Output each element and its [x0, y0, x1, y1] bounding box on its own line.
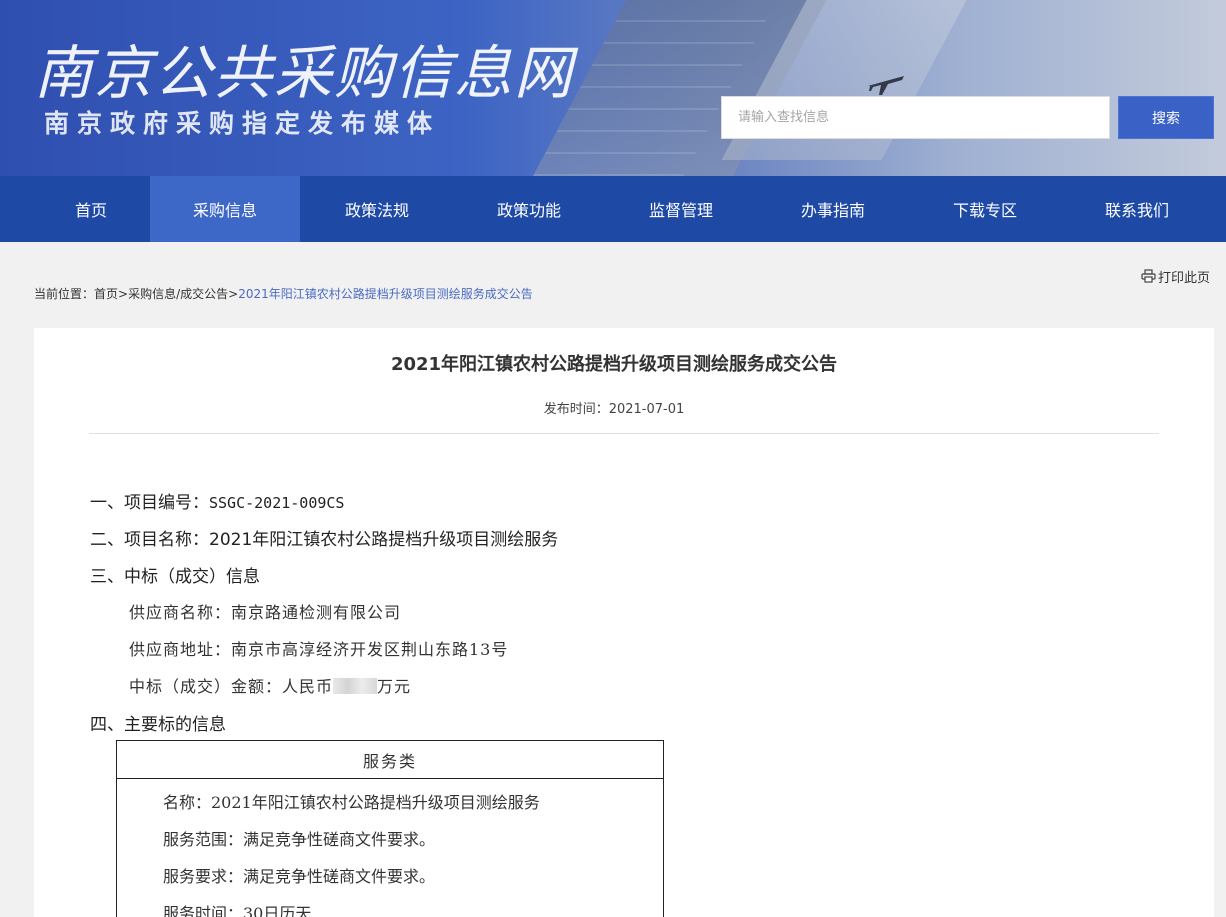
breadcrumb: 当前位置：首页>采购信息/成交公告>2021年阳江镇农村公路提档升级项目测绘服务…: [34, 285, 533, 303]
nav-item-regulations[interactable]: 政策法规: [302, 176, 452, 242]
page: 南京公共采购信息网 南京政府采购指定发布媒体 搜索 首页 采购信息 政策法规 政…: [0, 0, 1226, 917]
search-input[interactable]: [721, 96, 1110, 139]
nav-item-contact[interactable]: 联系我们: [1062, 176, 1212, 242]
print-page-link[interactable]: 打印此页: [1141, 266, 1210, 286]
breadcrumb-section-link[interactable]: 采购信息/成交公告: [128, 287, 228, 301]
airplane-icon: [868, 76, 904, 95]
header-banner: 南京公共采购信息网 南京政府采购指定发布媒体 搜索: [0, 0, 1226, 176]
printer-icon: [1141, 269, 1156, 283]
section-winner-heading: 三、中标（成交）信息: [90, 567, 260, 587]
print-label: 打印此页: [1158, 270, 1211, 286]
table-row: 服务范围：满足竞争性磋商文件要求。: [163, 830, 436, 849]
breadcrumb-separator: >: [118, 287, 129, 301]
nav-item-guide[interactable]: 办事指南: [758, 176, 908, 242]
table-row: 服务时间：30日历天: [163, 904, 312, 917]
publish-date: 发布时间：2021-07-01: [34, 398, 1194, 417]
article-card: 2021年阳江镇农村公路提档升级项目测绘服务成交公告 发布时间：2021-07-…: [34, 328, 1214, 917]
supplier-address: 供应商地址：南京市高淳经济开发区荆山东路13号: [129, 640, 509, 659]
nav-item-home[interactable]: 首页: [16, 176, 166, 242]
breadcrumb-separator: >: [228, 287, 239, 301]
nav-item-policy-functions[interactable]: 政策功能: [454, 176, 604, 242]
supplier-name: 供应商名称：南京路通检测有限公司: [129, 603, 402, 622]
winning-amount-prefix: 中标（成交）金额：人民币: [129, 677, 334, 696]
search-button[interactable]: 搜索: [1118, 96, 1214, 139]
winning-amount-suffix: 万元: [377, 677, 412, 696]
winning-amount: 中标（成交）金额：人民币 万元: [129, 673, 411, 697]
nav-item-downloads[interactable]: 下载专区: [910, 176, 1060, 242]
article-title: 2021年阳江镇农村公路提档升级项目测绘服务成交公告: [390, 354, 838, 375]
breadcrumb-home-link[interactable]: 首页: [94, 287, 118, 301]
publish-date-label: 发布时间：: [543, 402, 609, 417]
table-row: 服务要求：满足竞争性磋商文件要求。: [163, 867, 436, 886]
table-header: 服务类: [117, 741, 663, 779]
main-nav: 首页 采购信息 政策法规 政策功能 监督管理 办事指南 下载专区 联系我们: [0, 176, 1226, 242]
project-number-value: SSGC-2021-009CS: [209, 494, 345, 512]
redacted-amount: [333, 678, 378, 694]
title-divider: [89, 433, 1159, 434]
nav-item-procurement-info[interactable]: 采购信息: [150, 176, 300, 242]
table-row: 名称：2021年阳江镇农村公路提档升级项目测绘服务: [163, 793, 540, 812]
project-name-value: 2021年阳江镇农村公路提档升级项目测绘服务: [209, 530, 559, 550]
nav-item-supervision[interactable]: 监督管理: [606, 176, 756, 242]
breadcrumb-current: 2021年阳江镇农村公路提档升级项目测绘服务成交公告: [238, 287, 533, 301]
section-main-info-heading: 四、主要标的信息: [90, 715, 226, 735]
main-info-table: 服务类 名称：2021年阳江镇农村公路提档升级项目测绘服务 服务范围：满足竞争性…: [116, 740, 664, 917]
section-project-name: 二、项目名称：2021年阳江镇农村公路提档升级项目测绘服务: [90, 525, 558, 550]
project-name-label: 二、项目名称：: [90, 530, 209, 550]
publish-date-value: 2021-07-01: [608, 402, 685, 417]
section-project-number: 一、项目编号：SSGC-2021-009CS: [90, 488, 344, 513]
site-slogan: 南京政府采购指定发布媒体: [44, 109, 441, 138]
breadcrumb-prefix: 当前位置：: [34, 287, 95, 301]
project-number-label: 一、项目编号：: [90, 493, 209, 513]
site-logo[interactable]: 南京公共采购信息网: [34, 26, 574, 110]
